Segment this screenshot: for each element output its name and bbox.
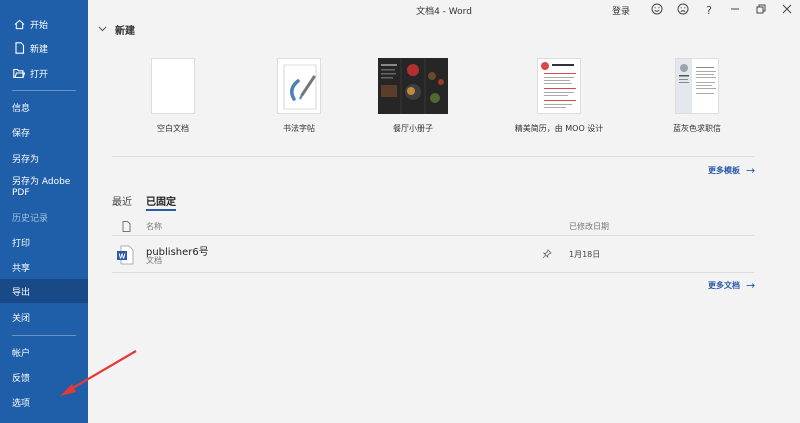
restore-icon[interactable] — [748, 4, 774, 17]
close-icon[interactable] — [774, 4, 800, 17]
template-label: 蓝灰色求职信 — [673, 124, 721, 133]
sidebar-item-label: 选项 — [12, 398, 31, 409]
recent-tabs: 最近 已固定 — [112, 193, 190, 211]
template-label: 书法字帖 — [283, 124, 315, 133]
frown-icon[interactable] — [670, 3, 696, 18]
tab-pinned[interactable]: 已固定 — [146, 193, 176, 211]
sidebar-item-label: 导出 — [12, 287, 31, 298]
sidebar-item-share[interactable]: 共享 — [0, 255, 88, 279]
arrow-right-icon: → — [746, 164, 756, 177]
column-name[interactable]: 名称 — [146, 221, 162, 232]
sidebar-item-label: 关闭 — [12, 313, 31, 324]
sidebar-item-label: 反馈 — [12, 373, 31, 384]
divider — [112, 272, 754, 273]
template-calligraphy[interactable]: 书法字帖 — [254, 58, 344, 134]
word-document-icon: W — [116, 245, 134, 265]
sidebar-item-new[interactable]: 新建 — [0, 36, 88, 60]
template-blank[interactable]: 空白文档 — [128, 58, 218, 134]
column-modified-date[interactable]: 已修改日期 — [569, 221, 609, 232]
help-icon[interactable]: ? — [696, 4, 722, 17]
sidebar-item-info[interactable]: 信息 — [0, 95, 88, 119]
sidebar-item-history: 历史记录 — [0, 205, 88, 229]
file-type: 文档 — [146, 256, 162, 265]
sidebar-item-label: 打开 — [30, 69, 49, 80]
more-documents-link[interactable]: 更多文档 → — [708, 279, 755, 292]
divider — [112, 156, 754, 157]
sidebar-item-save-as[interactable]: 另存为 — [0, 146, 88, 170]
folder-open-icon — [12, 68, 26, 79]
sidebar-item-label: 另存为 — [12, 154, 40, 165]
sidebar-item-label: 开始 — [30, 20, 49, 31]
sidebar-divider — [12, 335, 76, 336]
more-templates-label: 更多模板 — [708, 166, 740, 175]
sidebar-item-label: 信息 — [12, 103, 31, 114]
template-moo-resume[interactable]: 精美简历，由 MOO 设计 — [514, 58, 604, 134]
backstage-main: 新建 空白文档 书法字帖 餐厅小册子 精美简历，由 MOO 设计 蓝灰色求职信 … — [88, 20, 800, 423]
arrow-right-icon: → — [746, 279, 756, 292]
new-document-icon — [12, 42, 26, 54]
sidebar-item-label: 帐户 — [12, 348, 31, 359]
file-row[interactable]: W publisher6号 文档 1月18日 — [112, 240, 752, 272]
sidebar-item-label: 共享 — [12, 263, 31, 274]
new-section-title: 新建 — [115, 26, 135, 37]
template-thumbnail — [378, 58, 448, 114]
template-cover-letter[interactable]: 蓝灰色求职信 — [652, 58, 742, 134]
minimize-icon[interactable] — [722, 4, 748, 17]
sidebar-divider — [12, 90, 76, 91]
sidebar-item-save-as-pdf[interactable]: 另存为 Adobe PDF — [0, 174, 88, 202]
file-modified-date: 1月18日 — [569, 250, 601, 259]
file-type-column-icon — [122, 221, 131, 234]
sidebar-item-home[interactable]: 开始 — [0, 12, 88, 36]
sidebar-item-print[interactable]: 打印 — [0, 230, 88, 254]
sidebar-item-label: 历史记录 — [12, 213, 49, 224]
template-label: 精美简历，由 MOO 设计 — [514, 124, 604, 133]
template-label: 餐厅小册子 — [393, 124, 433, 133]
new-section-header[interactable]: 新建 — [98, 22, 135, 37]
calligraphy-brush-icon — [283, 64, 317, 110]
sidebar-item-open[interactable]: 打开 — [0, 61, 88, 85]
sidebar-item-save[interactable]: 保存 — [0, 120, 88, 144]
login-link[interactable]: 登录 — [612, 4, 630, 17]
template-thumbnail — [277, 58, 321, 114]
template-thumbnail — [675, 58, 719, 114]
pin-icon[interactable] — [542, 249, 552, 262]
sidebar-item-account[interactable]: 帐户 — [0, 340, 88, 364]
home-icon — [12, 19, 26, 30]
more-templates-link[interactable]: 更多模板 → — [708, 164, 755, 177]
sidebar-item-label: 保存 — [12, 128, 31, 139]
backstage-sidebar: 开始 新建 打开 信息 保存 另存为 另存为 Adobe PDF 历史记录 打印… — [0, 0, 88, 423]
template-label: 空白文档 — [157, 124, 189, 133]
divider — [112, 235, 754, 236]
sidebar-item-export[interactable]: 导出 — [0, 279, 88, 303]
svg-text:W: W — [119, 253, 126, 260]
tab-recent[interactable]: 最近 — [112, 193, 132, 211]
sidebar-item-label: 新建 — [30, 44, 49, 55]
title-bar: 文档4 - Word 登录 ? — [88, 0, 800, 20]
chevron-down-icon — [98, 25, 107, 35]
template-thumbnail — [151, 58, 195, 114]
template-gallery: 空白文档 书法字帖 餐厅小册子 精美简历，由 MOO 设计 蓝灰色求职信 — [126, 58, 776, 138]
smile-icon[interactable] — [644, 3, 670, 18]
sidebar-item-options[interactable]: 选项 — [0, 390, 88, 414]
template-restaurant-brochure[interactable]: 餐厅小册子 — [368, 58, 458, 134]
template-thumbnail — [537, 58, 581, 114]
more-documents-label: 更多文档 — [708, 281, 740, 290]
sidebar-item-label: 另存为 Adobe PDF — [12, 177, 71, 198]
sidebar-item-feedback[interactable]: 反馈 — [0, 365, 88, 389]
sidebar-item-label: 打印 — [12, 238, 31, 249]
sidebar-item-close[interactable]: 关闭 — [0, 305, 88, 329]
